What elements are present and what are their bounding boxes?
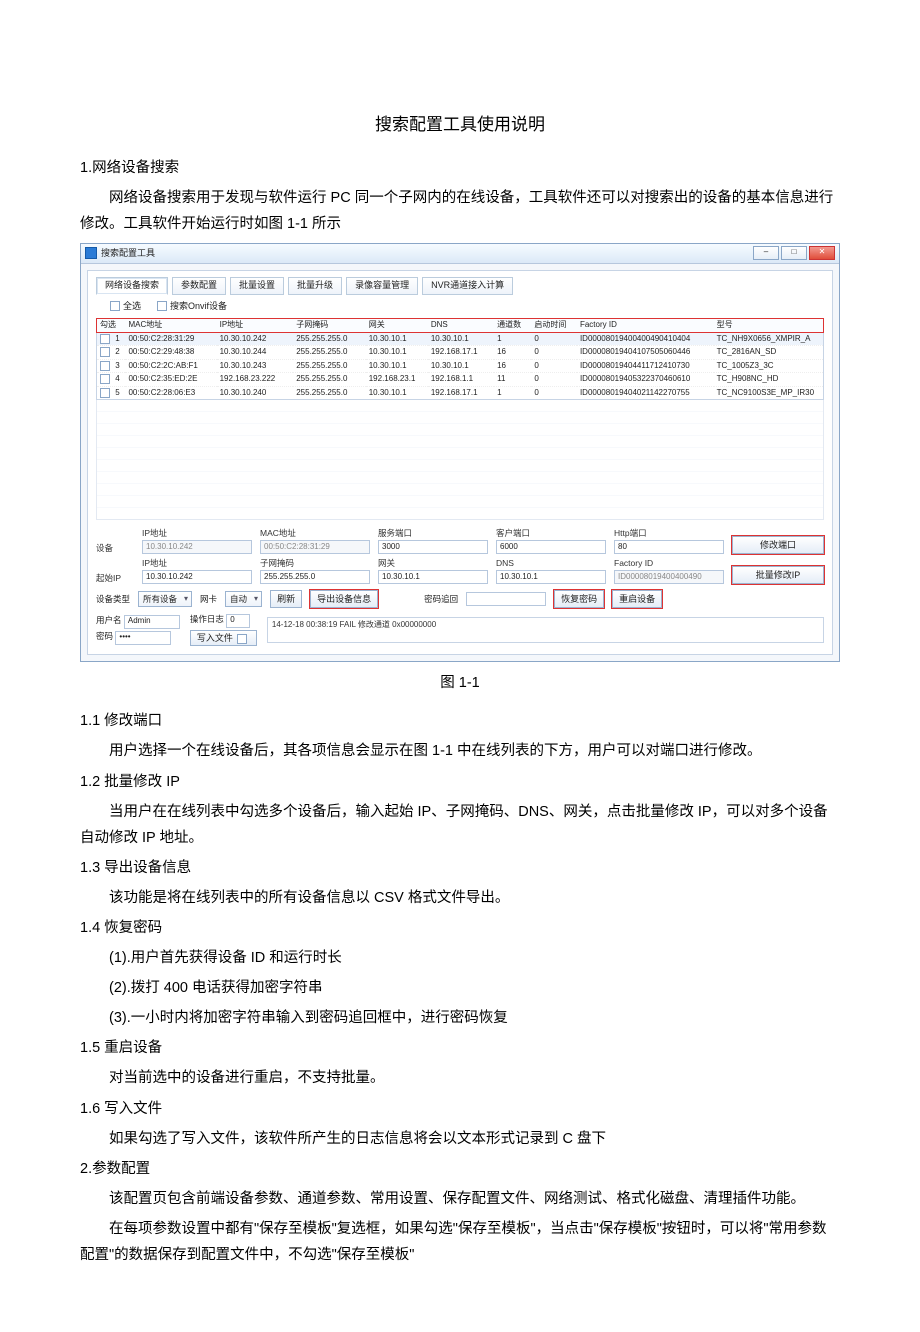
select-all-label: 全选 xyxy=(123,301,141,311)
section-1-3-heading: 1.3 导出设备信息 xyxy=(80,855,840,881)
table-row[interactable]: 500:50:C2:28:06:E310.30.10.240255.255.25… xyxy=(97,386,824,400)
device-ip-field: 10.30.10.242 xyxy=(142,540,252,554)
app-icon xyxy=(85,247,97,259)
window-minimize-button[interactable]: – xyxy=(753,246,779,260)
start-ip-input[interactable]: 10.30.10.242 xyxy=(142,570,252,584)
window-title: 搜索配置工具 xyxy=(101,248,753,260)
username-label: 用户名 xyxy=(96,615,122,625)
mac-label: MAC地址 xyxy=(260,528,370,539)
write-file-button[interactable]: 写入文件 xyxy=(190,630,257,646)
row-device-label: 设备 xyxy=(96,543,134,554)
startip-ip-label: IP地址 xyxy=(142,558,252,569)
window-maximize-button[interactable]: □ xyxy=(781,246,807,260)
section-1-4-step1: (1).用户首先获得设备 ID 和运行时长 xyxy=(80,945,840,971)
section-1-3-text: 该功能是将在线列表中的所有设备信息以 CSV 格式文件导出。 xyxy=(80,885,840,911)
col-dns[interactable]: DNS xyxy=(428,319,494,332)
col-factoryid[interactable]: Factory ID xyxy=(577,319,714,332)
doc-title: 搜索配置工具使用说明 xyxy=(80,110,840,141)
col-model[interactable]: 型号 xyxy=(714,319,824,332)
dns-label: DNS xyxy=(496,558,606,569)
pwd-recover-input[interactable] xyxy=(466,592,546,606)
factoryid-field: ID00008019400400490 xyxy=(614,570,724,584)
section-1-5-text: 对当前选中的设备进行重启，不支持批量。 xyxy=(80,1065,840,1091)
section-2-text2: 在每项参数设置中都有"保存至模板"复选框，如果勾选"保存至模板"，当点击"保存模… xyxy=(80,1216,840,1268)
reboot-device-button[interactable]: 重启设备 xyxy=(612,590,662,608)
table-blank-area xyxy=(96,400,824,520)
oplog-label: 操作日志 xyxy=(190,614,224,624)
col-starttime[interactable]: 启动时间 xyxy=(531,319,577,332)
device-mac-field: 00:50:C2:28:31:29 xyxy=(260,540,370,554)
tab-nvr-calc[interactable]: NVR通道接入计算 xyxy=(422,277,513,295)
gateway-input[interactable]: 10.30.10.1 xyxy=(378,570,488,584)
tab-batch-upgrade[interactable]: 批量升级 xyxy=(288,277,342,295)
section-1-1-text: 用户选择一个在线设备后，其各项信息会显示在图 1-1 中在线列表的下方，用户可以… xyxy=(80,738,840,764)
service-port-input[interactable]: 3000 xyxy=(378,540,488,554)
section-1-6-heading: 1.6 写入文件 xyxy=(80,1096,840,1122)
tab-batch-set[interactable]: 批量设置 xyxy=(230,277,284,295)
section-1-4-step2: (2).拨打 400 电话获得加密字符串 xyxy=(80,975,840,1001)
section-1-4-heading: 1.4 恢复密码 xyxy=(80,915,840,941)
row-startip-label: 起始IP xyxy=(96,573,134,584)
ip-label: IP地址 xyxy=(142,528,252,539)
nic-label: 网卡 xyxy=(200,594,217,605)
section-1-2-text: 当用户在在线列表中勾选多个设备后，输入起始 IP、子网掩码、DNS、网关，点击批… xyxy=(80,799,840,851)
figure-caption: 图 1-1 xyxy=(80,670,840,696)
username-input[interactable]: Admin xyxy=(124,615,180,629)
client-port-input[interactable]: 6000 xyxy=(496,540,606,554)
password-label: 密码 xyxy=(96,631,113,641)
http-port-input[interactable]: 80 xyxy=(614,540,724,554)
section-2-heading: 2.参数配置 xyxy=(80,1156,840,1182)
write-file-label: 写入文件 xyxy=(197,633,233,643)
col-channels[interactable]: 通道数 xyxy=(494,319,531,332)
col-gateway[interactable]: 网关 xyxy=(366,319,428,332)
section-1-1-heading: 1.1 修改端口 xyxy=(80,708,840,734)
section-2-text1: 该配置页包含前端设备参数、通道参数、常用设置、保存配置文件、网络测试、格式化磁盘… xyxy=(80,1186,840,1212)
password-input[interactable]: •••• xyxy=(115,631,171,645)
section-1-5-heading: 1.5 重启设备 xyxy=(80,1035,840,1061)
col-check[interactable]: 勾选 xyxy=(97,319,126,332)
batch-modify-ip-button[interactable]: 批量修改IP xyxy=(732,566,824,584)
table-row[interactable]: 200:50:C2:29:48:3810.30.10.244255.255.25… xyxy=(97,346,824,360)
tab-network-search[interactable]: 网络设备搜索 xyxy=(96,277,168,295)
device-type-label: 设备类型 xyxy=(96,594,130,605)
factoryid-label: Factory ID xyxy=(614,558,724,569)
section-1-6-text: 如果勾选了写入文件，该软件所产生的日志信息将会以文本形式记录到 C 盘下 xyxy=(80,1126,840,1152)
pwd-recover-label: 密码追回 xyxy=(424,594,458,605)
device-table: 勾选 MAC地址 IP地址 子网掩码 网关 DNS 通道数 启动时间 Facto… xyxy=(96,318,824,400)
main-tabs: 网络设备搜索 参数配置 批量设置 批量升级 录像容量管理 NVR通道接入计算 xyxy=(96,277,824,295)
select-all-check[interactable]: 全选 xyxy=(110,301,141,313)
search-onvif-label: 搜索Onvif设备 xyxy=(170,301,227,311)
titlebar: 搜索配置工具 – □ ✕ xyxy=(81,244,839,264)
app-window: 搜索配置工具 – □ ✕ 网络设备搜索 参数配置 批量设置 批量升级 录像容量管… xyxy=(80,243,840,662)
section-1-text: 网络设备搜索用于发现与软件运行 PC 同一个子网内的在线设备，工具软件还可以对搜… xyxy=(80,185,840,237)
table-row[interactable]: 100:50:C2:28:31:2910.30.10.242255.255.25… xyxy=(97,332,824,346)
section-1-2-heading: 1.2 批量修改 IP xyxy=(80,769,840,795)
tab-record-capacity[interactable]: 录像容量管理 xyxy=(346,277,418,295)
log-output: 14-12-18 00:38:19 FAIL 修改通道 0x00000000 xyxy=(267,617,824,643)
search-onvif-check[interactable]: 搜索Onvif设备 xyxy=(157,301,227,313)
col-ip[interactable]: IP地址 xyxy=(217,319,294,332)
export-devices-button[interactable]: 导出设备信息 xyxy=(310,590,378,608)
mask-input[interactable]: 255.255.255.0 xyxy=(260,570,370,584)
window-close-button[interactable]: ✕ xyxy=(809,246,835,260)
section-1-heading: 1.网络设备搜索 xyxy=(80,155,840,181)
mask-label: 子网掩码 xyxy=(260,558,370,569)
http-port-label: Http端口 xyxy=(614,528,724,539)
nic-select[interactable]: 自动 xyxy=(225,591,262,607)
col-mask[interactable]: 子网掩码 xyxy=(293,319,365,332)
table-row[interactable]: 300:50:C2:2C:AB:F110.30.10.243255.255.25… xyxy=(97,359,824,373)
service-port-label: 服务端口 xyxy=(378,528,488,539)
section-1-4-step3: (3).一小时内将加密字符串输入到密码追回框中，进行密码恢复 xyxy=(80,1005,840,1031)
device-type-select[interactable]: 所有设备 xyxy=(138,591,192,607)
tab-param-config[interactable]: 参数配置 xyxy=(172,277,226,295)
gateway-label: 网关 xyxy=(378,558,488,569)
client-port-label: 客户端口 xyxy=(496,528,606,539)
oplog-count: 0 xyxy=(226,614,250,628)
dns-input[interactable]: 10.30.10.1 xyxy=(496,570,606,584)
col-mac[interactable]: MAC地址 xyxy=(125,319,216,332)
table-row[interactable]: 400:50:C2:35:ED:2E192.168.23.222255.255.… xyxy=(97,373,824,387)
refresh-button[interactable]: 刷新 xyxy=(270,590,302,608)
modify-port-button[interactable]: 修改端口 xyxy=(732,536,824,554)
recover-password-button[interactable]: 恢复密码 xyxy=(554,590,604,608)
